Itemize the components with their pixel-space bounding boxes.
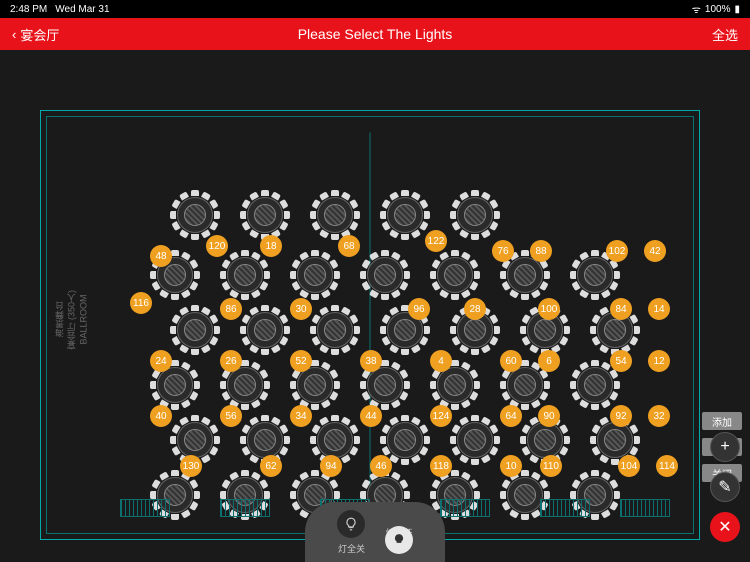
light-marker[interactable]: 38: [360, 350, 382, 372]
light-marker[interactable]: 110: [540, 455, 562, 477]
dining-table: [450, 190, 500, 240]
light-marker[interactable]: 92: [610, 405, 632, 427]
dining-table: [360, 250, 410, 300]
light-marker[interactable]: 28: [464, 298, 486, 320]
light-marker[interactable]: 60: [500, 350, 522, 372]
light-marker[interactable]: 40: [150, 405, 172, 427]
floorplan-canvas[interactable]: 海景舞台 宴会厅 (350人) BALLROOM 48 120 18 68 122 76 8…: [0, 50, 750, 562]
dining-table: [290, 250, 340, 300]
select-all-button[interactable]: 全选: [712, 25, 738, 44]
wifi-icon: ᯤ: [692, 2, 701, 16]
add-fab[interactable]: +: [710, 432, 740, 462]
dining-table: [310, 305, 360, 355]
light-marker[interactable]: 96: [408, 298, 430, 320]
dining-table: [310, 190, 360, 240]
light-marker[interactable]: 120: [206, 235, 228, 257]
bulb-on-icon: [385, 526, 413, 554]
status-date: Wed Mar 31: [55, 4, 109, 15]
dining-table: [170, 305, 220, 355]
hvac-unit: [120, 499, 170, 517]
light-marker[interactable]: 10: [500, 455, 522, 477]
dining-table: [430, 250, 480, 300]
light-marker[interactable]: 122: [425, 230, 447, 252]
light-marker[interactable]: 12: [648, 350, 670, 372]
light-marker[interactable]: 68: [338, 235, 360, 257]
light-marker[interactable]: 24: [150, 350, 172, 372]
light-marker[interactable]: 46: [370, 455, 392, 477]
dining-table: [380, 190, 430, 240]
light-marker[interactable]: 86: [220, 298, 242, 320]
light-marker[interactable]: 94: [320, 455, 342, 477]
light-marker[interactable]: 32: [648, 405, 670, 427]
status-bar: 2:48 PM Wed Mar 31 ᯤ 100% ▮: [0, 0, 750, 18]
hvac-unit: [540, 499, 590, 517]
dining-table: [240, 305, 290, 355]
dining-table: [220, 250, 270, 300]
light-marker[interactable]: 30: [290, 298, 312, 320]
light-marker[interactable]: 56: [220, 405, 242, 427]
light-marker[interactable]: 88: [530, 240, 552, 262]
page-title: Please Select The Lights: [298, 26, 453, 42]
light-marker[interactable]: 102: [606, 240, 628, 262]
app-header: ‹ 宴会厅 Please Select The Lights 全选: [0, 18, 750, 50]
dining-table: [170, 190, 220, 240]
all-on-button[interactable]: 灯全开: [385, 526, 412, 539]
light-marker[interactable]: 4: [430, 350, 452, 372]
light-marker[interactable]: 34: [290, 405, 312, 427]
light-marker[interactable]: 54: [610, 350, 632, 372]
battery-pct: 100%: [705, 4, 731, 15]
hvac-unit: [220, 499, 270, 517]
light-marker[interactable]: 90: [538, 405, 560, 427]
light-marker[interactable]: 48: [150, 245, 172, 267]
light-marker[interactable]: 18: [260, 235, 282, 257]
light-marker[interactable]: 104: [618, 455, 640, 477]
close-fab[interactable]: ✕: [710, 512, 740, 542]
light-marker[interactable]: 100: [538, 298, 560, 320]
dining-table: [240, 190, 290, 240]
bottom-toolbar: 灯全关 灯全开: [305, 502, 445, 562]
light-marker[interactable]: 124: [430, 405, 452, 427]
back-label: 宴会厅: [20, 25, 59, 44]
battery-icon: ▮: [734, 4, 740, 15]
all-off-button[interactable]: 灯全关: [337, 510, 365, 555]
light-marker[interactable]: 64: [500, 405, 522, 427]
bulb-off-icon: [337, 510, 365, 538]
light-marker[interactable]: 116: [130, 292, 152, 314]
light-marker[interactable]: 114: [656, 455, 678, 477]
dining-table: [450, 415, 500, 465]
light-marker[interactable]: 52: [290, 350, 312, 372]
light-marker[interactable]: 76: [492, 240, 514, 262]
add-button[interactable]: 添加: [702, 412, 742, 430]
status-time: 2:48 PM: [10, 4, 47, 15]
chevron-left-icon: ‹: [12, 27, 16, 42]
light-marker[interactable]: 84: [610, 298, 632, 320]
room-label: 海景舞台 宴会厅 (350人) BALLROOM: [55, 290, 90, 350]
light-marker[interactable]: 26: [220, 350, 242, 372]
light-marker[interactable]: 14: [648, 298, 670, 320]
light-marker[interactable]: 42: [644, 240, 666, 262]
light-marker[interactable]: 62: [260, 455, 282, 477]
light-marker[interactable]: 130: [180, 455, 202, 477]
edit-fab[interactable]: ✎: [710, 472, 740, 502]
light-marker[interactable]: 118: [430, 455, 452, 477]
light-marker[interactable]: 44: [360, 405, 382, 427]
light-marker[interactable]: 6: [538, 350, 560, 372]
fab-column: + ✎ ✕: [710, 432, 740, 542]
all-off-label: 灯全关: [338, 542, 365, 555]
hvac-unit: [620, 499, 670, 517]
hvac-unit: [440, 499, 490, 517]
back-button[interactable]: ‹ 宴会厅: [12, 25, 59, 44]
